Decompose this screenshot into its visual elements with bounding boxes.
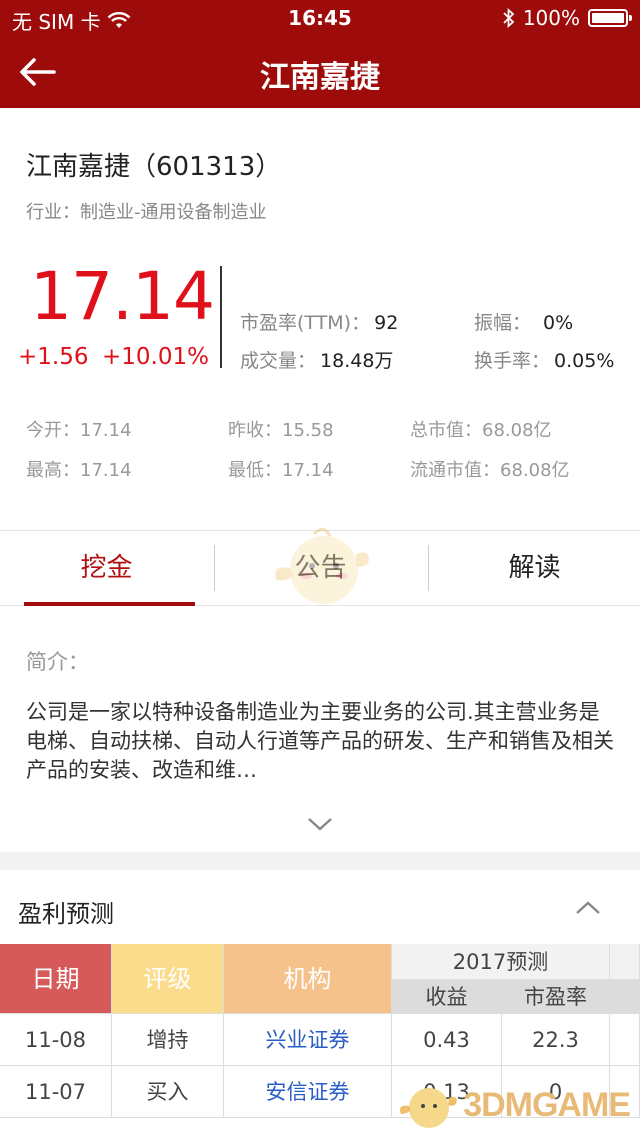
divider xyxy=(220,266,222,368)
intro-text: 公司是一家以特种设备制造业为主要业务的公司.其主营业务是电梯、自动扶梯、自动人行… xyxy=(26,700,614,782)
col-group-next xyxy=(610,944,640,980)
stock-name: 江南嘉捷（601313） xyxy=(26,152,282,182)
amp-label: 振幅： xyxy=(474,312,532,334)
low-price: 最低：17.14 xyxy=(228,460,334,481)
table-cell-pe: 22.3 xyxy=(502,1014,610,1066)
table-cell-next xyxy=(610,1014,640,1066)
turnover: 换手率： 0.05% xyxy=(474,346,614,373)
col-header-pe: 市盈率 xyxy=(502,980,610,1014)
col-group-2017: 2017预测 xyxy=(392,944,610,980)
turn-label: 换手率： xyxy=(474,350,551,372)
amplitude: 振幅： 0% xyxy=(474,308,573,335)
chevron-up-icon[interactable] xyxy=(574,900,602,916)
volume: 成交量： 18.48万 xyxy=(240,346,393,373)
table-cell-rating: 买入 xyxy=(112,1066,224,1118)
pe-value: 92 xyxy=(374,312,399,334)
status-bar: 无 SIM 卡 16:45 100% xyxy=(0,0,640,36)
price-change: +1.56 xyxy=(18,344,89,370)
company-intro: 简介： 公司是一家以特种设备制造业为主要业务的公司.其主营业务是电梯、自动扶梯、… xyxy=(0,606,640,852)
turn-value: 0.05% xyxy=(554,350,615,372)
pe-ttm: 市盈率(TTM)： 92 xyxy=(240,308,398,335)
mascot-watermark xyxy=(275,528,369,604)
col-header-next xyxy=(610,980,640,1014)
col-header-rating: 评级 xyxy=(112,944,224,1014)
stock-summary-card: 江南嘉捷（601313） 行业：制造业-通用设备制造业 17.14 +1.56 … xyxy=(0,108,640,530)
tab-interpretation[interactable]: 解读 xyxy=(428,531,640,605)
page-title: 江南嘉捷 xyxy=(260,60,380,95)
tab-dig[interactable]: 挖金 xyxy=(0,531,213,605)
amp-value: 0% xyxy=(543,312,574,334)
high-price: 最高：17.14 xyxy=(26,460,132,481)
stock-price: 17.14 xyxy=(30,258,215,335)
price-change-percent: +10.01% xyxy=(102,344,209,370)
battery-icon xyxy=(588,9,632,27)
table-cell-eps: 0.43 xyxy=(392,1014,502,1066)
bluetooth-icon xyxy=(503,8,515,28)
table-cell-date: 11-08 xyxy=(0,1014,112,1066)
col-header-eps: 收益 xyxy=(392,980,502,1014)
prev-close: 昨收：15.58 xyxy=(228,420,334,441)
watermark-text: 3DMGAME xyxy=(463,1085,631,1124)
industry-label: 行业：制造业-通用设备制造业 xyxy=(26,202,267,223)
col-header-org: 机构 xyxy=(224,944,392,1014)
table-cell-rating: 增持 xyxy=(112,1014,224,1066)
table-cell-date: 11-07 xyxy=(0,1066,112,1118)
mascot-logo-icon xyxy=(400,1088,457,1128)
nav-bar: 江南嘉捷 xyxy=(0,36,640,108)
watermark: 3DMGAME xyxy=(397,1080,631,1130)
chevron-down-icon[interactable] xyxy=(306,816,334,832)
table-cell-org-link[interactable]: 安信证券 xyxy=(224,1066,392,1118)
table-cell-org-link[interactable]: 兴业证券 xyxy=(224,1014,392,1066)
intro-label: 简介： xyxy=(26,650,89,674)
vol-value: 18.48万 xyxy=(320,350,394,372)
float-cap: 流通市值：68.08亿 xyxy=(410,460,570,481)
pe-label: 市盈率(TTM)： xyxy=(240,312,371,334)
vol-label: 成交量： xyxy=(240,350,317,372)
open-price: 今开：17.14 xyxy=(26,420,132,441)
market-cap: 总市值：68.08亿 xyxy=(410,420,552,441)
forecast-title: 盈利预测 xyxy=(18,900,114,928)
col-header-date: 日期 xyxy=(0,944,112,1014)
battery-percent: 100% xyxy=(522,6,580,30)
